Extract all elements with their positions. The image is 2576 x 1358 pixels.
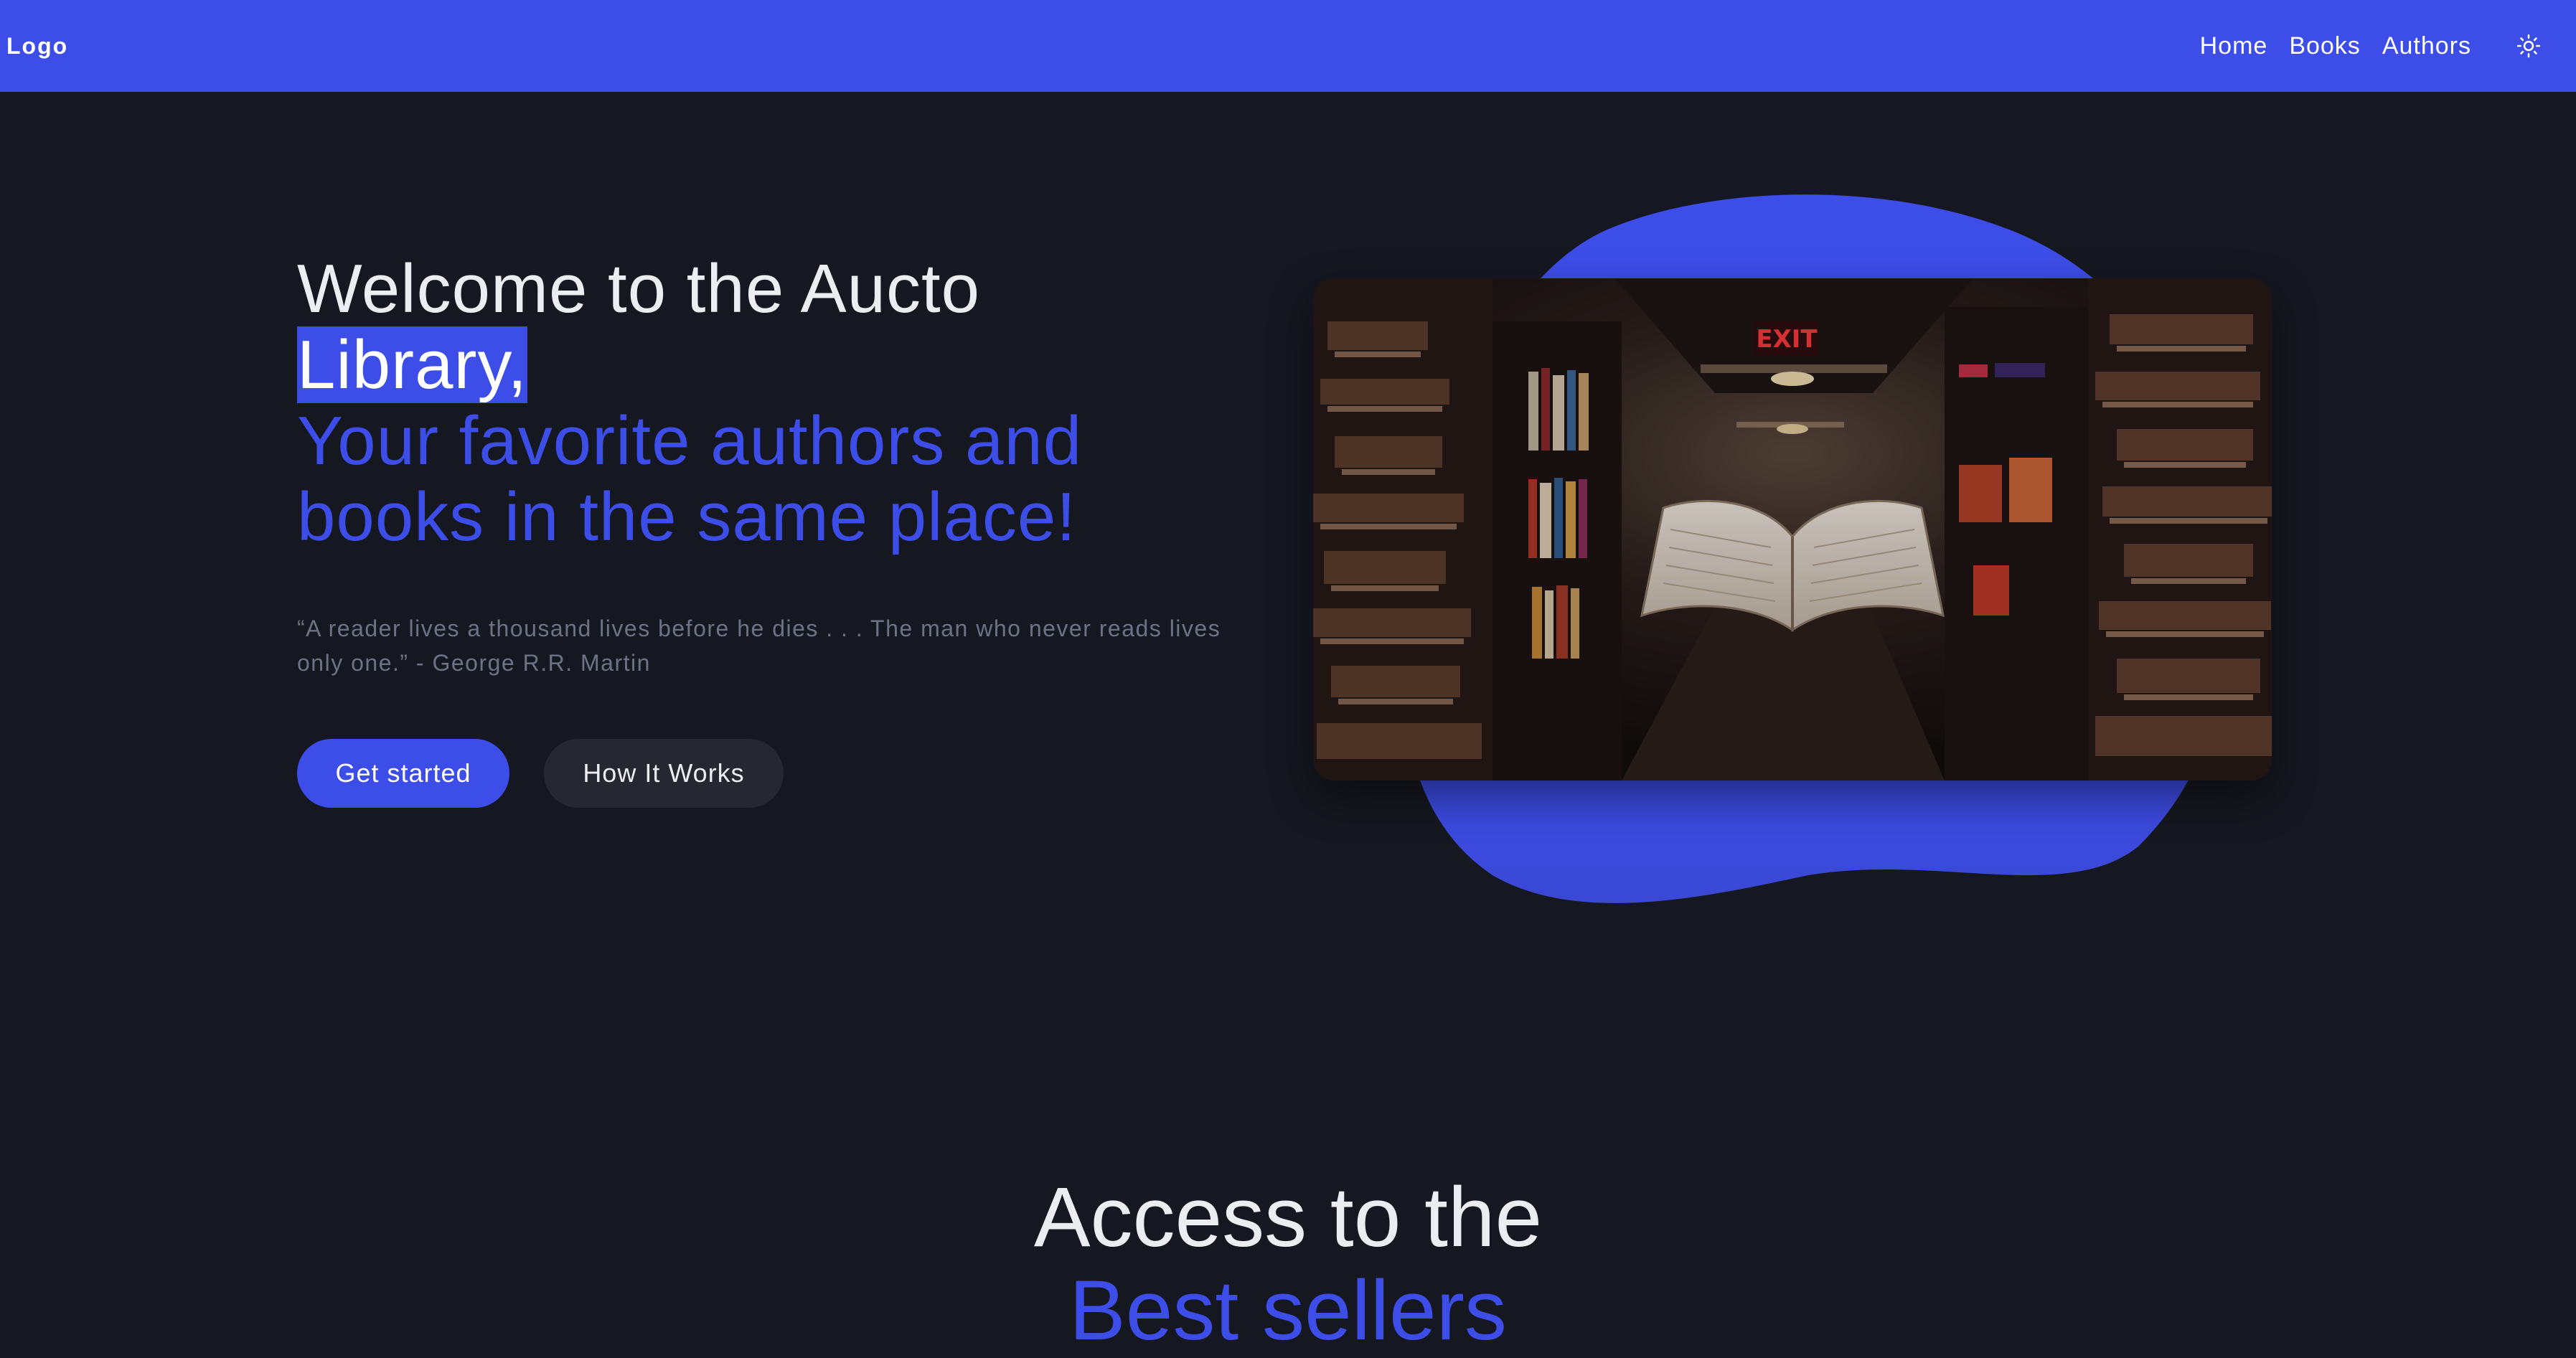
theme-toggle-button[interactable] (2513, 30, 2544, 62)
section-title-line: Access to the (1033, 1170, 1543, 1265)
best-sellers-heading: Access to the Best sellers (0, 1171, 2576, 1357)
hero-title-line: Welcome to the Aucto (297, 250, 981, 327)
hero-title-highlight: Library, (297, 326, 527, 403)
navbar: Logo Home Books Authors (0, 0, 2576, 92)
how-it-works-button[interactable]: How It Works (544, 739, 784, 808)
get-started-button[interactable]: Get started (297, 739, 509, 808)
hero-title: Welcome to the Aucto Library, Your favor… (297, 251, 1273, 555)
hero-title-highlight-line: Library, (297, 326, 1273, 403)
floating-book-library-image: EXIT (1313, 278, 2272, 781)
nav-links: Home Books Authors (2178, 26, 2544, 66)
nav-link-authors[interactable]: Authors (2382, 32, 2471, 60)
sun-icon (2516, 34, 2541, 58)
nav-link-books[interactable]: Books (2289, 32, 2361, 60)
hero-subtitle-line1: Your favorite authors and (297, 402, 1083, 479)
hero-subtitle-line2: books in the same place! (297, 478, 1076, 555)
section-title-accent: Best sellers (1069, 1263, 1507, 1358)
nav-link-home[interactable]: Home (2200, 32, 2268, 60)
logo[interactable]: Logo (6, 32, 68, 60)
hero-quote: “A reader lives a thousand lives before … (297, 616, 1221, 676)
